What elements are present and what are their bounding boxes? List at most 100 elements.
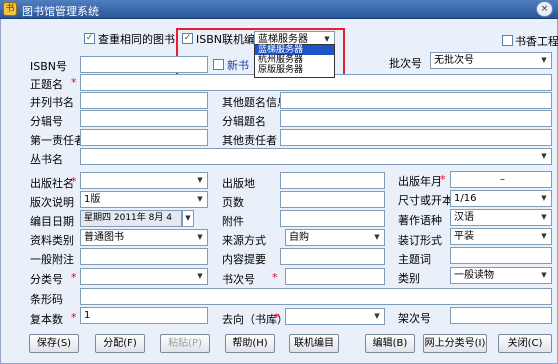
shelf-no-label: 架次号 (398, 312, 431, 325)
other-title-info-label: 其他题名信息 (222, 96, 288, 109)
attachment-input[interactable] (280, 210, 385, 227)
edit-button[interactable]: 编辑(B) (365, 334, 415, 353)
chevron-down-icon[interactable]: ▼ (193, 269, 207, 284)
close-button[interactable]: 关闭(C) (498, 334, 552, 353)
catalog-date-picker[interactable]: 星期四 2011年 8月 4 (80, 210, 182, 227)
size-select-value: 1/16 (454, 193, 477, 204)
language-select[interactable]: 汉语 ▼ (450, 209, 552, 226)
category-select[interactable]: 一般读物 ▼ (450, 267, 552, 284)
isbn-label: ISBN号 (30, 60, 68, 73)
batch-select[interactable]: 无批次号 ▼ (430, 52, 552, 69)
catalog-date-value: 星期四 2011年 8月 4 (84, 213, 172, 223)
section-title-label: 分辑题名 (222, 115, 266, 128)
pub-date-label: 出版年月 (398, 175, 442, 188)
class-no-select[interactable]: ▼ (80, 268, 208, 285)
book-project-checkbox[interactable] (502, 35, 513, 46)
barcode-label: 条形码 (30, 293, 63, 306)
chevron-down-icon[interactable]: ▼ (537, 53, 551, 68)
online-class-button[interactable]: 网上分类号(I) (423, 334, 487, 353)
isbn-input[interactable] (80, 56, 208, 73)
class-no-label: 分类号 (30, 273, 63, 286)
material-type-select[interactable]: 普通图书 ▼ (80, 229, 208, 246)
book-project-label: 书香工程 (515, 35, 558, 48)
new-book-checkbox[interactable] (213, 59, 224, 70)
window-title: 图书馆管理系统 (22, 5, 99, 18)
category-label: 类别 (398, 272, 420, 285)
chevron-down-icon[interactable]: ▼ (537, 229, 551, 244)
check-dup-checkbox[interactable]: ✓ (84, 33, 95, 44)
size-select[interactable]: 1/16 ▼ (450, 190, 552, 207)
parallel-title-input[interactable] (80, 92, 208, 109)
new-book-label: 新书 (227, 59, 249, 72)
binding-select[interactable]: 平装 ▼ (450, 228, 552, 245)
pages-label: 页数 (222, 196, 244, 209)
subject-label: 主题词 (398, 253, 431, 266)
edition-note-label: 版次说明 (30, 196, 74, 209)
source-method-value: 自购 (289, 232, 309, 243)
content-summary-input[interactable] (280, 248, 385, 265)
help-button[interactable]: 帮助(H) (225, 334, 275, 353)
required-mark: * (440, 173, 446, 186)
paste-button[interactable]: 粘贴(P) (160, 334, 210, 353)
location-select[interactable]: ▼ (285, 308, 385, 325)
first-responsible-label: 第一责任者 (30, 134, 85, 147)
first-responsible-input[interactable] (80, 129, 208, 146)
author-no-label: 书次号 (222, 273, 255, 286)
size-label: 尺寸或开本 (398, 194, 453, 207)
split-button[interactable]: 分配(F) (95, 334, 145, 353)
pub-date-input[interactable]: – (450, 171, 552, 188)
publisher-select[interactable]: ▼ (80, 172, 208, 189)
chevron-down-icon[interactable]: ▼ (537, 210, 551, 225)
chevron-down-icon[interactable]: ▼ (370, 230, 384, 245)
copies-input[interactable]: 1 (80, 307, 208, 324)
required-mark: * (272, 271, 278, 284)
required-mark: * (71, 76, 77, 89)
barcode-input[interactable] (80, 288, 552, 305)
batch-select-value: 无批次号 (434, 55, 474, 66)
main-title-label: 正题名 (30, 78, 63, 91)
check-dup-label: 查重相同的图书 (98, 33, 175, 46)
chevron-down-icon[interactable]: ▼ (537, 268, 551, 283)
edition-select-value: 1版 (84, 194, 101, 205)
server-option[interactable]: 蓝梯服务器 (255, 45, 334, 55)
subject-input[interactable] (450, 247, 552, 264)
app-icon: 书 (3, 2, 17, 16)
server-option[interactable]: 原版服务器 (255, 65, 334, 75)
attachment-label: 附件 (222, 215, 244, 228)
binding-label: 装订形式 (398, 234, 442, 247)
server-option[interactable]: 杭州服务器 (255, 55, 334, 65)
content-summary-label: 内容提要 (222, 253, 266, 266)
required-mark: * (274, 311, 280, 324)
category-select-value: 一般读物 (454, 270, 494, 281)
author-no-input[interactable] (285, 268, 385, 285)
series-title-select[interactable]: ▼ (80, 148, 552, 165)
shelf-no-input[interactable] (450, 307, 552, 324)
batch-label: 批次号 (389, 57, 422, 70)
chevron-down-icon[interactable]: ▼ (537, 149, 551, 164)
language-label: 著作语种 (398, 214, 442, 227)
chevron-down-icon[interactable]: ▼ (193, 230, 207, 245)
section-title-input[interactable] (280, 110, 552, 127)
chevron-down-icon[interactable]: ▼ (183, 211, 193, 226)
chevron-down-icon[interactable]: ▼ (537, 191, 551, 206)
chevron-down-icon[interactable]: ▼ (193, 192, 207, 207)
section-no-input[interactable] (80, 110, 208, 127)
chevron-down-icon[interactable]: ▼ (370, 309, 384, 324)
date-picker-toggle[interactable]: ▼ (182, 210, 194, 227)
save-button[interactable]: 保存(S) (29, 334, 79, 353)
pages-input[interactable] (280, 191, 385, 208)
required-mark: * (71, 311, 77, 324)
online-catalog-button[interactable]: 联机编目 (289, 334, 339, 353)
language-select-value: 汉语 (454, 212, 474, 223)
source-method-select[interactable]: 自购 ▼ (285, 229, 385, 246)
edition-select[interactable]: 1版 ▼ (80, 191, 208, 208)
series-title-label: 丛书名 (30, 153, 63, 166)
other-title-info-input[interactable] (280, 92, 552, 109)
pub-place-input[interactable] (280, 172, 385, 189)
chevron-down-icon[interactable]: ▼ (193, 173, 207, 188)
source-method-label: 来源方式 (222, 234, 266, 247)
general-note-input[interactable] (80, 248, 208, 265)
other-responsible-input[interactable] (280, 129, 552, 146)
close-window-button[interactable]: × (536, 1, 553, 17)
section-no-label: 分辑号 (30, 115, 63, 128)
